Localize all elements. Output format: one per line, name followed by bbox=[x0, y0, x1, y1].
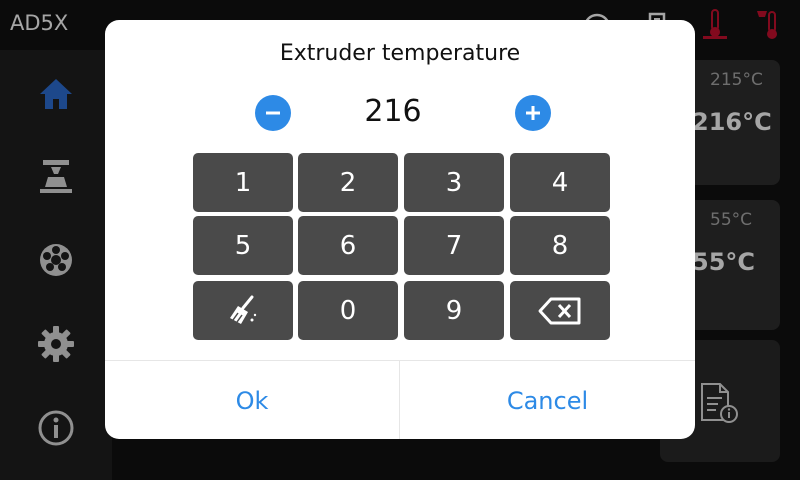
key-4[interactable]: 4 bbox=[510, 153, 610, 212]
broom-clear-icon bbox=[230, 295, 257, 324]
increment-button[interactable] bbox=[515, 95, 551, 131]
key-1[interactable]: 1 bbox=[193, 153, 293, 212]
key-3[interactable]: 3 bbox=[404, 153, 504, 212]
key-8[interactable]: 8 bbox=[510, 216, 610, 275]
key-9[interactable]: 9 bbox=[404, 281, 504, 340]
backspace-icon bbox=[538, 297, 581, 324]
temperature-dialog: Extruder temperature 216 1 2 3 4 5 6 7 8… bbox=[105, 20, 695, 439]
plus-icon bbox=[526, 106, 540, 120]
cancel-button[interactable]: Cancel bbox=[400, 361, 695, 439]
key-6[interactable]: 6 bbox=[298, 216, 398, 275]
decrement-button[interactable] bbox=[255, 95, 291, 131]
dialog-footer: Ok Cancel bbox=[105, 360, 695, 439]
dialog-title: Extruder temperature bbox=[279, 41, 521, 66]
backspace-button[interactable] bbox=[510, 281, 610, 340]
clear-button[interactable] bbox=[193, 281, 293, 340]
key-2[interactable]: 2 bbox=[298, 153, 398, 212]
key-7[interactable]: 7 bbox=[404, 216, 504, 275]
temperature-value: 216 bbox=[364, 94, 422, 129]
key-0[interactable]: 0 bbox=[298, 281, 398, 340]
minus-icon bbox=[266, 111, 280, 115]
key-5[interactable]: 5 bbox=[193, 216, 293, 275]
ok-button[interactable]: Ok bbox=[105, 361, 399, 439]
